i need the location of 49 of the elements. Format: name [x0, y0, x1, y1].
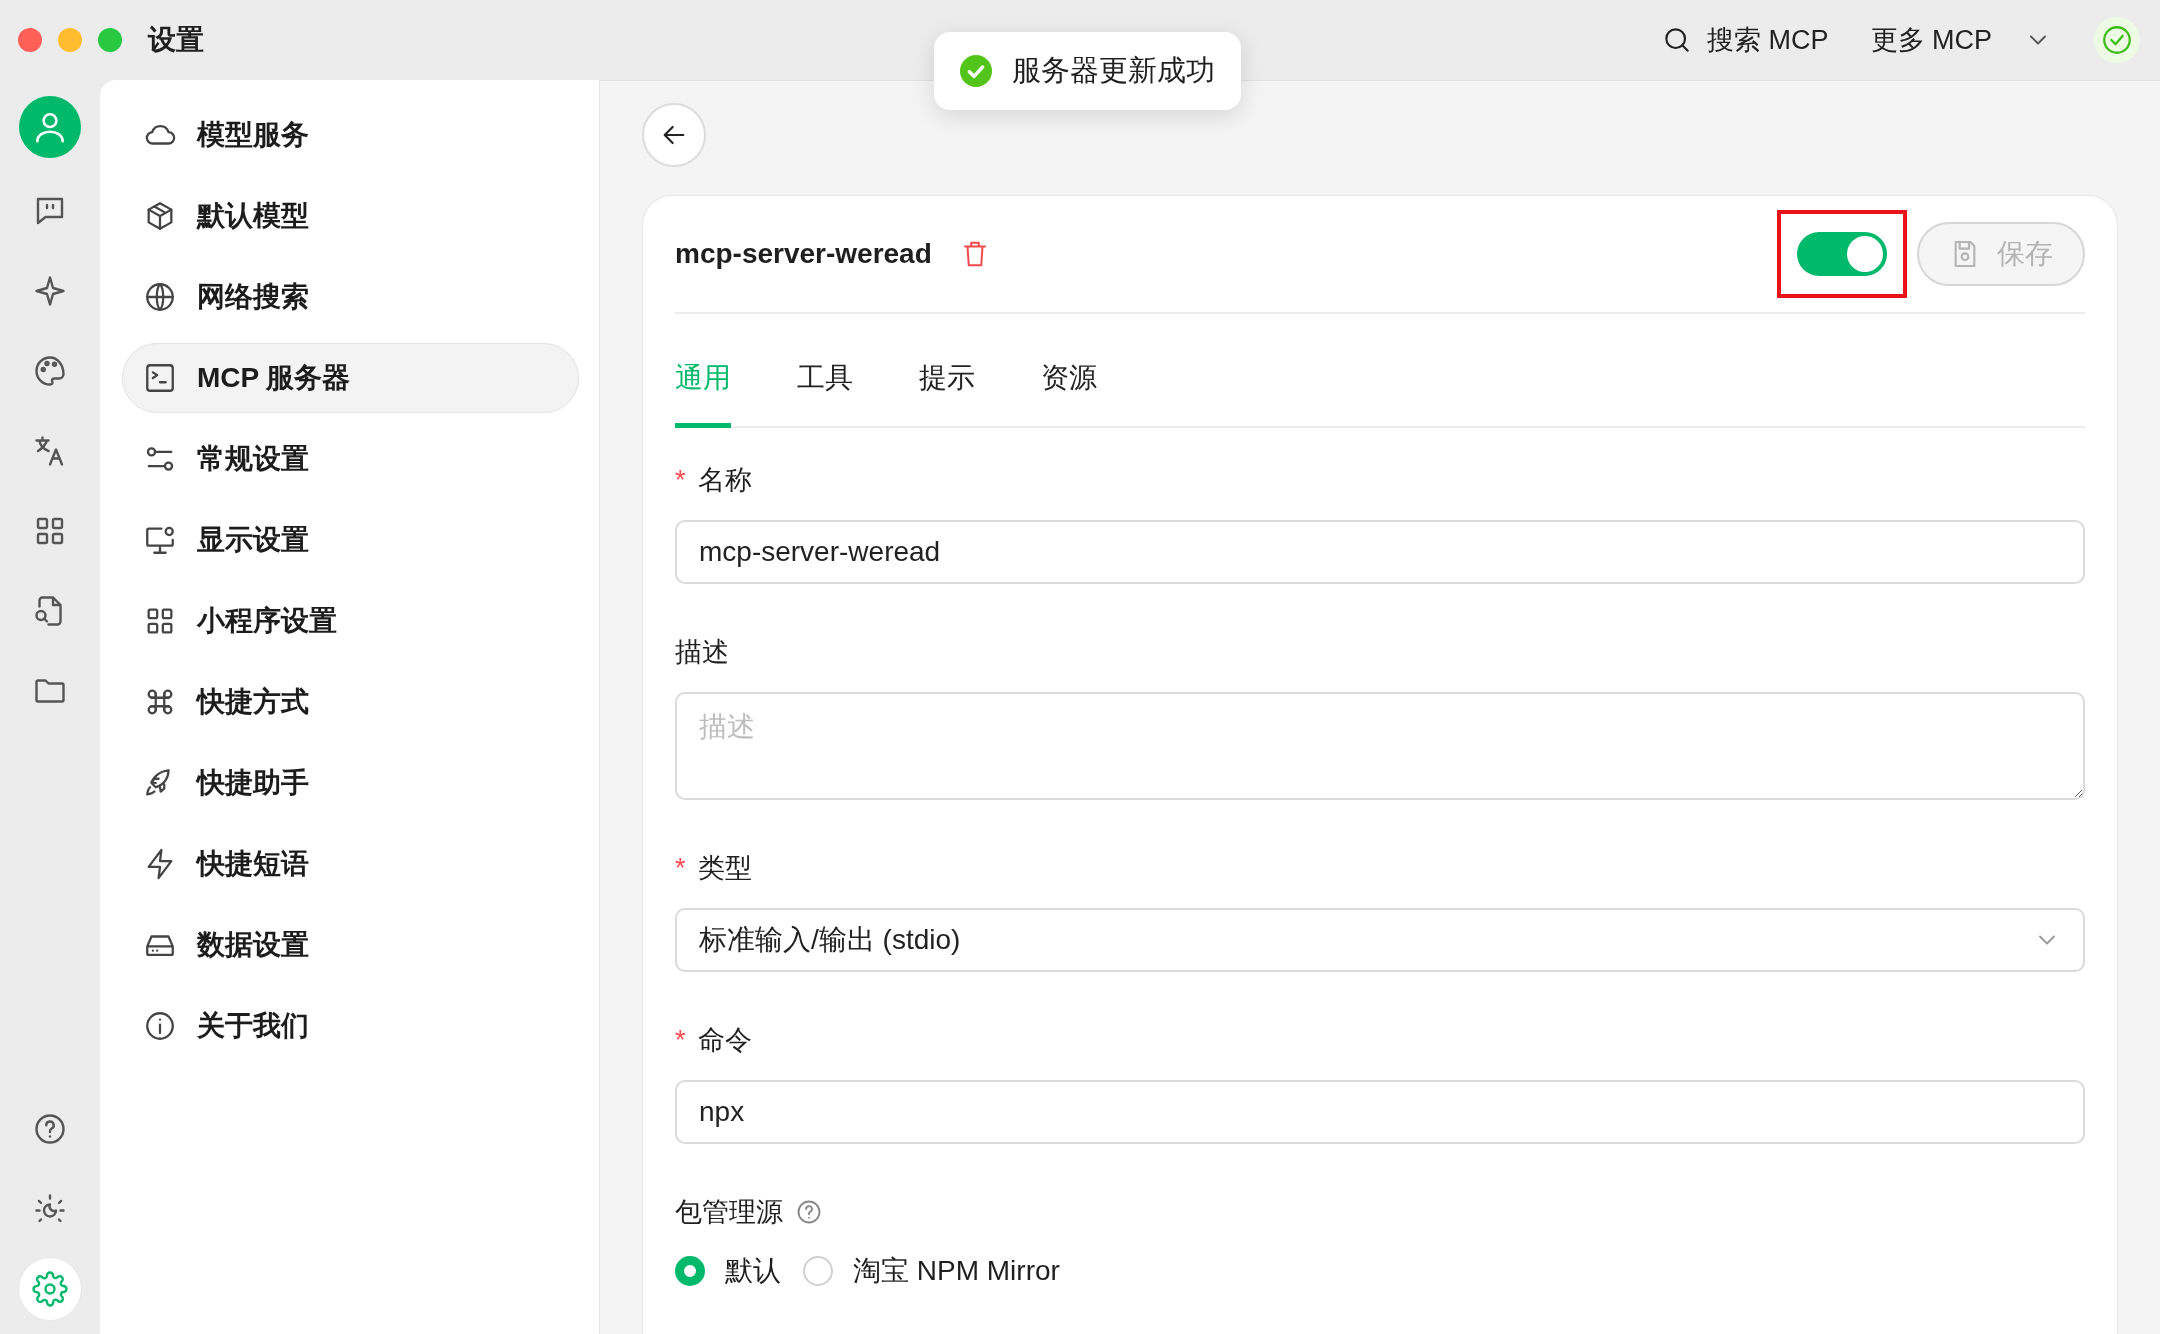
sidebar-item[interactable]: 模型服务 [122, 100, 579, 170]
field-label: 名称 [697, 464, 752, 497]
field-label: 命令 [697, 1024, 752, 1057]
settings-icon [32, 1271, 68, 1307]
enable-toggle[interactable] [1797, 232, 1887, 276]
sidebar-item[interactable]: 快捷方式 [122, 667, 579, 737]
sidebar-item[interactable]: 常规设置 [122, 424, 579, 494]
tab[interactable]: 提示 [919, 359, 975, 428]
palette-icon [32, 353, 68, 389]
sparkle-icon [32, 273, 68, 309]
input-field[interactable]: mcp-server-weread [675, 520, 2085, 584]
field-label: 描述 [675, 636, 729, 669]
info-icon [143, 1009, 177, 1043]
sidebar-item[interactable]: 快捷短语 [122, 829, 579, 899]
toast-message: 服务器更新成功 [1012, 53, 1215, 88]
radio-label: 默认 [725, 1254, 781, 1288]
input-field[interactable]: npx [675, 1080, 2085, 1144]
tab[interactable]: 工具 [797, 359, 853, 428]
sidebar-item[interactable]: 默认模型 [122, 181, 579, 251]
sidebar-item[interactable]: MCP 服务器 [122, 343, 579, 413]
description-field[interactable]: 描述 [675, 692, 2085, 800]
sidebar-item[interactable]: 数据设置 [122, 910, 579, 980]
status-button[interactable] [2094, 17, 2140, 63]
help-icon [32, 1111, 68, 1147]
required-asterisk: * [675, 852, 686, 884]
sidebar-item[interactable]: 网络搜索 [122, 262, 579, 332]
sidebar-item[interactable]: 小程序设置 [122, 586, 579, 656]
sidebar-item[interactable]: 关于我们 [122, 991, 579, 1061]
radio-label: 淘宝 NPM Mirror [853, 1254, 1060, 1288]
radio-button[interactable] [803, 1256, 833, 1286]
zoom-button[interactable] [98, 28, 122, 52]
close-button[interactable] [18, 28, 42, 52]
server-name: mcp-server-weread [675, 238, 932, 270]
required-asterisk: * [675, 1024, 686, 1056]
more-mcp-dropdown[interactable]: 更多 MCP [1870, 22, 2052, 58]
tab[interactable]: 资源 [1041, 359, 1097, 428]
field-label: 包管理源 [675, 1196, 783, 1229]
sidebar-item[interactable]: 快捷助手 [122, 748, 579, 818]
type-dropdown[interactable]: 标准输入/输出 (stdio) [675, 908, 2085, 972]
required-asterisk: * [675, 464, 686, 496]
sidebar-item[interactable]: 显示设置 [122, 505, 579, 575]
success-icon [960, 55, 992, 87]
globe-icon [143, 280, 177, 314]
window-title: 设置 [148, 23, 204, 57]
search-mcp-button[interactable]: 搜索 MCP [1661, 22, 1829, 58]
field-label: 类型 [697, 852, 752, 885]
terminal-icon [143, 361, 177, 395]
check-circle-icon [2100, 23, 2134, 57]
radio-button[interactable] [675, 1256, 705, 1286]
